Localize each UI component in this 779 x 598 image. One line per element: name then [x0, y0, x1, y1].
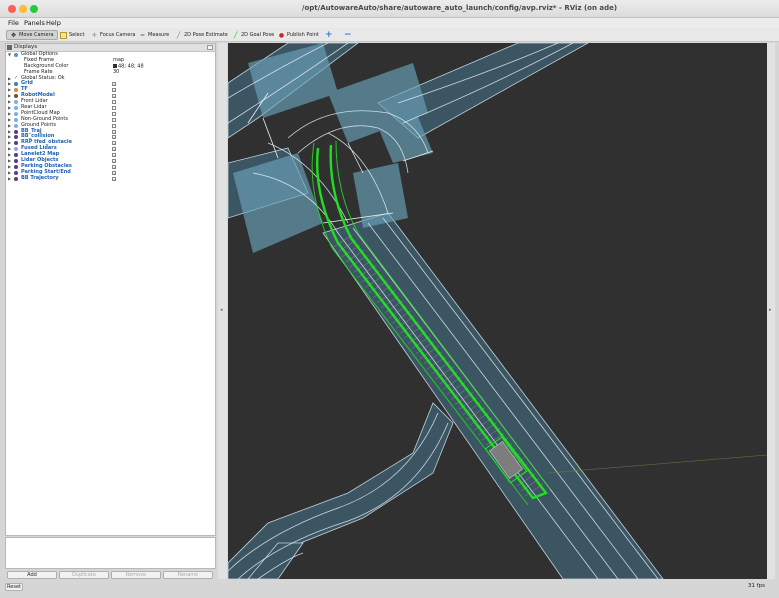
marker-icon	[14, 176, 18, 181]
pose-estimate-icon: ╱	[176, 31, 181, 39]
right-splitter[interactable]: ▸	[767, 43, 775, 579]
display-enabled-checkbox[interactable]: ✓	[112, 141, 116, 146]
goal-pose-button[interactable]: ╱ 2D Goal Pose	[229, 30, 277, 40]
pointcloud-icon	[14, 111, 18, 116]
focus-camera-button[interactable]: ✛ Focus Camera	[88, 30, 139, 40]
display-enabled-checkbox[interactable]	[112, 117, 116, 122]
menu-bar: File Panels Help	[0, 18, 779, 28]
menu-help[interactable]: Help	[46, 19, 61, 27]
render-viewport[interactable]	[228, 43, 767, 579]
panel-close-button[interactable]	[207, 45, 213, 50]
display-enabled-checkbox[interactable]: ✓	[112, 129, 116, 134]
marker-icon	[14, 170, 18, 175]
display-enabled-checkbox[interactable]	[112, 106, 116, 111]
intersection-zone	[353, 163, 408, 228]
map-view[interactable]	[228, 43, 767, 579]
globe-icon	[14, 53, 18, 57]
pointcloud-icon	[14, 106, 18, 111]
publish-point-label: Publish Point	[287, 32, 319, 38]
focus-camera-label: Focus Camera	[100, 32, 136, 38]
display-enabled-checkbox[interactable]: ✓	[112, 153, 116, 158]
displays-tree: ▼ Global Options Fixed Frame map Backgro…	[6, 51, 215, 182]
fps-counter: 31 fps	[747, 583, 765, 589]
add-button[interactable]: Add	[7, 571, 57, 579]
rename-button[interactable]: Rename	[163, 571, 213, 579]
marker-icon	[14, 129, 18, 134]
menu-file[interactable]: File	[8, 19, 19, 27]
display-enabled-checkbox[interactable]: ✓	[112, 88, 116, 93]
display-enabled-checkbox[interactable]	[112, 100, 116, 105]
display-item-label: BB Trajectory	[21, 174, 59, 181]
select-button[interactable]: Select	[57, 30, 87, 40]
duplicate-button[interactable]: Duplicate	[59, 571, 109, 579]
pointcloud-icon	[14, 123, 18, 128]
display-enabled-checkbox[interactable]: ✓	[112, 82, 116, 87]
display-enabled-checkbox[interactable]	[112, 123, 116, 128]
pose-estimate-button[interactable]: ╱ 2D Pose Estimate	[172, 30, 231, 40]
measure-label: Measure	[148, 32, 170, 38]
reset-button[interactable]: Reset	[5, 583, 23, 591]
collapse-right-icon[interactable]: ▸	[769, 307, 772, 313]
window-title: /opt/AutowareAuto/share/autoware_auto_la…	[301, 4, 618, 12]
displays-icon	[7, 45, 12, 50]
background-color-text: 48; 48; 48	[118, 63, 144, 70]
move-camera-button[interactable]: ✥ Move Camera	[6, 30, 58, 40]
minus-icon[interactable]: −	[341, 30, 355, 40]
pointcloud-icon	[14, 117, 18, 122]
menu-panels[interactable]: Panels	[24, 19, 45, 27]
marker-icon	[14, 159, 18, 164]
robot-model-icon	[14, 94, 18, 99]
select-label: Select	[69, 32, 85, 38]
marker-icon	[14, 153, 18, 158]
tf-icon	[14, 88, 18, 93]
left-splitter[interactable]: ◂	[218, 43, 227, 579]
collapse-left-icon[interactable]: ◂	[220, 307, 223, 313]
road-network	[228, 43, 664, 579]
display-enabled-checkbox[interactable]: ✓	[112, 147, 116, 152]
display-enabled-checkbox[interactable]: ✓	[112, 164, 116, 169]
move-camera-icon: ✥	[10, 31, 17, 39]
description-box	[5, 537, 216, 569]
marker-icon	[14, 135, 18, 140]
pointcloud-icon	[14, 100, 18, 105]
display-enabled-checkbox[interactable]	[112, 111, 116, 116]
color-swatch	[113, 63, 117, 68]
display-item-row[interactable]: ▶ BB Trajectory ✓	[6, 174, 215, 182]
pointcloud-icon	[14, 147, 18, 152]
remove-button[interactable]: Remove	[111, 571, 161, 579]
display-enabled-checkbox[interactable]: ✓	[112, 176, 116, 181]
move-camera-label: Move Camera	[19, 32, 54, 38]
display-enabled-checkbox[interactable]: ✓	[112, 135, 116, 140]
display-enabled-checkbox[interactable]: ✓	[112, 159, 116, 164]
measure-icon: ━	[140, 31, 145, 39]
publish-point-button[interactable]: ● Publish Point	[275, 30, 322, 40]
road-segment	[228, 402, 454, 579]
focus-camera-icon: ✛	[91, 31, 98, 39]
tf-line	[547, 454, 767, 474]
goal-pose-icon: ╱	[233, 31, 238, 39]
pose-estimate-label: 2D Pose Estimate	[184, 32, 228, 38]
expand-arrow-icon[interactable]: ▶	[8, 176, 12, 182]
plus-icon[interactable]: +	[322, 30, 336, 40]
check-ok-icon: ✓	[14, 74, 19, 81]
displays-title: Displays	[14, 44, 38, 50]
display-enabled-checkbox[interactable]: ✓	[112, 170, 116, 175]
marker-icon	[14, 141, 18, 146]
displays-panel: Displays ▼ Global Options Fixed Frame ma…	[5, 43, 216, 536]
marker-icon	[14, 164, 18, 169]
goal-pose-label: 2D Goal Pose	[241, 32, 275, 38]
grid-icon	[14, 82, 18, 87]
title-bar: /opt/AutowareAuto/share/autoware_auto_la…	[0, 0, 779, 18]
select-icon	[60, 31, 67, 39]
measure-button[interactable]: ━ Measure	[136, 30, 172, 40]
display-enabled-checkbox[interactable]: ✓	[112, 94, 116, 99]
toolbar: ✥ Move Camera Select ✛ Focus Camera ━ Me…	[0, 28, 779, 42]
publish-point-icon: ●	[278, 31, 285, 39]
